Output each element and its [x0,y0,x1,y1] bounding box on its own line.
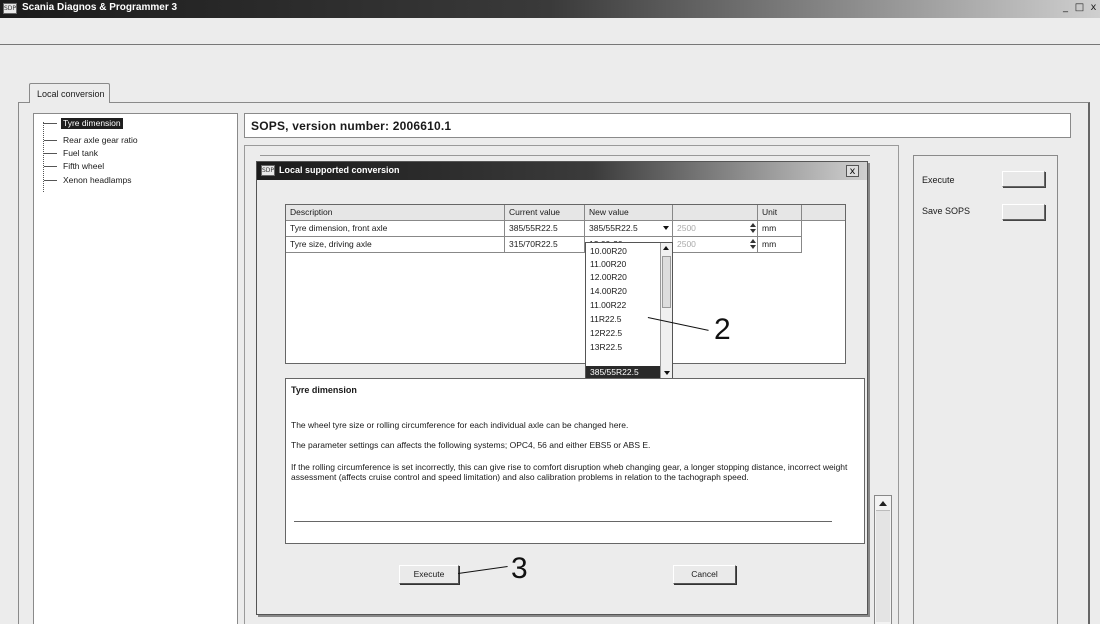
new-value-text: 385/55R22.5 [589,223,638,233]
new-value-select-front-axle[interactable]: 385/55R22.5 [585,221,673,237]
dialog-execute-button[interactable]: Execute [399,565,459,584]
app-logo-icon: SDP [3,3,17,14]
tab-local-conversion[interactable]: Local conversion [29,83,110,103]
divider [294,521,832,522]
dropdown-option[interactable]: 11.00R20 [590,258,658,270]
title-bar[interactable]: SDP Scania Diagnos & Programmer 3 _ □ x [0,0,1100,18]
dropdown-option-selected[interactable]: 385/55R22.5 [586,366,666,378]
table-cell-description: Tyre dimension, front axle [286,221,505,237]
rolling-circumference-stepper[interactable]: 2500 [673,237,758,253]
minimize-icon[interactable]: _ [1059,2,1072,15]
description-panel: Tyre dimension The wheel tyre size or ro… [285,378,865,544]
tyre-size-dropdown-list[interactable]: 10.00R20 11.00R20 12.00R20 14.00R20 11.0… [585,242,673,380]
dropdown-option[interactable]: 12R22.5 [590,327,658,339]
tree-item-tyre-dimension[interactable]: Tyre dimension [44,118,123,129]
save-sops-button[interactable] [1002,204,1045,220]
conversion-dialog: SDP Local supported conversion x Descrip… [256,161,868,615]
divider [260,155,870,156]
tree-item-xenon-headlamps[interactable]: Xenon headlamps [44,175,134,186]
rolling-circumference-stepper[interactable]: 2500 [673,221,758,237]
close-icon[interactable]: x [1087,2,1100,15]
app-window: SDP Scania Diagnos & Programmer 3 _ □ x … [0,0,1100,624]
dropdown-option[interactable]: 10.00R20 [590,245,658,257]
callout-number: 2 [714,313,731,346]
column-header-current-value: Current value [505,205,585,221]
window-title: Scania Diagnos & Programmer 3 [22,2,178,13]
tree-connector [44,123,57,124]
dialog-cancel-button[interactable]: Cancel [673,565,736,584]
column-header-blank [673,205,758,221]
scroll-thumb[interactable] [876,510,890,622]
chevron-down-icon[interactable] [661,223,671,234]
tree-item-fuel-tank[interactable]: Fuel tank [44,148,100,159]
save-sops-label: Save SOPS [922,206,971,216]
sops-version-title: SOPS, version number: 2006610.1 [244,113,1071,138]
dropdown-option[interactable]: 11.00R22 [590,299,658,311]
tree-connector [44,140,57,141]
dropdown-option[interactable]: 13R22.5 [590,341,658,353]
table-cell-current-value: 315/70R22.5 [505,237,585,253]
tree-item-rear-axle-gear-ratio[interactable]: Rear axle gear ratio [44,135,140,146]
tree-connector [44,180,57,181]
column-header-new-value: New value [585,205,673,221]
close-icon[interactable]: x [846,165,859,177]
divider [0,44,1100,46]
scroll-thumb[interactable] [662,256,671,308]
content-scrollbar[interactable] [874,495,892,624]
description-text: The wheel tyre size or rolling circumfer… [291,420,629,430]
execute-label: Execute [922,175,955,185]
dropdown-option[interactable]: 12.00R20 [590,271,658,283]
chevron-down-icon[interactable] [662,368,672,378]
dropdown-option[interactable]: 14.00R20 [590,285,658,297]
description-heading: Tyre dimension [291,385,357,395]
stepper-value: 2500 [677,223,696,233]
column-header-description: Description [286,205,505,221]
scroll-up-icon[interactable] [663,246,669,250]
dialog-title-bar[interactable]: SDP Local supported conversion [257,162,867,180]
tree-connector [44,166,57,167]
actions-panel: Execute Save SOPS [913,155,1058,624]
stepper-value: 2500 [677,239,696,249]
description-text: The parameter settings can affects the f… [291,440,651,450]
table-cell-unit: mm [758,237,802,253]
execute-button[interactable] [1002,171,1045,187]
column-header-unit: Unit [758,205,802,221]
tree-item-fifth-wheel[interactable]: Fifth wheel [44,161,106,172]
dropdown-option[interactable]: 11R22.5 [590,313,658,325]
maximize-icon[interactable]: □ [1073,2,1086,15]
dropdown-scrollbar[interactable] [660,243,672,379]
tree-item-label: Xenon headlamps [63,175,132,185]
tree-item-label: Fifth wheel [63,161,105,171]
description-text: If the rolling circumference is set inco… [291,462,848,482]
dialog-title: Local supported conversion [279,165,400,175]
table-cell-unit: mm [758,221,802,237]
app-logo-icon: SDP [261,165,275,176]
tree-item-label: Tyre dimension [61,118,123,129]
table-cell-current-value: 385/55R22.5 [505,221,585,237]
table-cell-description: Tyre size, driving axle [286,237,505,253]
callout-number: 3 [511,552,528,585]
conversion-tree [33,113,238,624]
tree-item-label: Fuel tank [63,148,98,158]
conversion-table: Description Current value New value Unit… [285,204,846,364]
column-header-filler [802,205,845,221]
scroll-up-icon[interactable] [879,501,887,506]
tree-connector [44,153,57,154]
window-controls: _ □ x [1059,2,1100,15]
spin-arrows-icon[interactable] [749,239,756,250]
tree-item-label: Rear axle gear ratio [63,135,138,145]
spin-arrows-icon[interactable] [749,223,756,234]
